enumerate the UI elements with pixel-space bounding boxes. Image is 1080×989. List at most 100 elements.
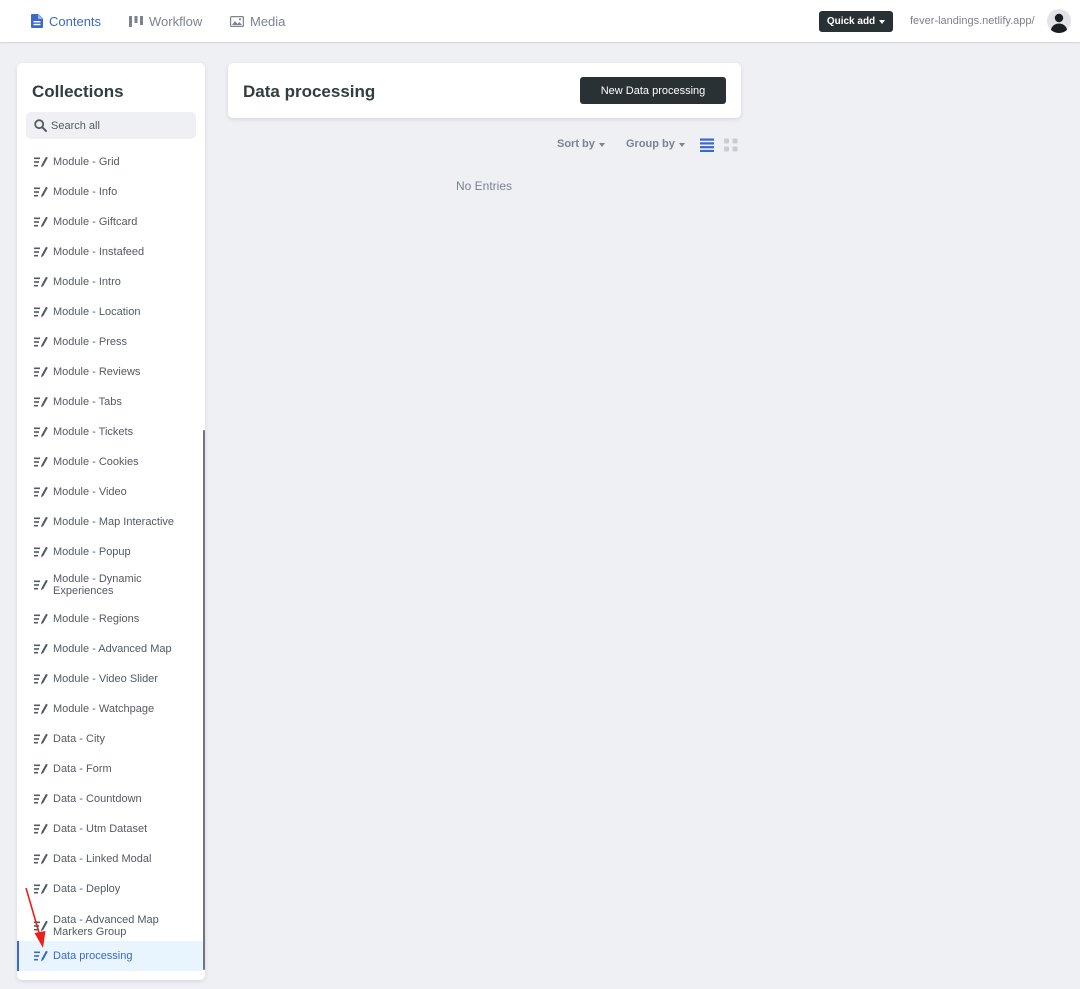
document-icon <box>31 14 43 28</box>
nav-workflow[interactable]: Workflow <box>129 0 202 42</box>
sidebar-item[interactable]: Module - Popup <box>17 537 203 567</box>
sidebar-item[interactable]: Module - Tabs <box>17 387 203 417</box>
quick-add-button[interactable]: Quick add <box>819 11 893 32</box>
collection-edit-icon <box>34 920 48 935</box>
sidebar-item-label: Data - Deploy <box>53 883 121 895</box>
sidebar-item[interactable]: Module - Location <box>17 297 203 327</box>
collection-edit-icon <box>34 643 48 658</box>
empty-state-text: No Entries <box>456 179 513 193</box>
sidebar-item[interactable]: Module - Cookies <box>17 447 203 477</box>
sidebar-item[interactable]: Module - Map Interactive <box>17 507 203 537</box>
sidebar-item[interactable]: Data - City <box>17 724 203 754</box>
sidebar-item-label: Module - Video <box>53 486 127 498</box>
collection-edit-icon <box>34 546 48 561</box>
collection-edit-icon <box>34 246 48 261</box>
sidebar-item[interactable]: Module - Advanced Map <box>17 634 203 664</box>
sidebar-item[interactable]: Module - Giftcard <box>17 207 203 237</box>
collection-edit-icon <box>34 950 48 965</box>
sidebar-item-label: Data - Advanced Map Markers Group <box>53 914 159 938</box>
sidebar-item-label: Module - Giftcard <box>53 216 138 228</box>
collection-edit-icon <box>34 793 48 808</box>
sidebar-item[interactable]: Module - Grid <box>17 147 203 177</box>
chevron-down-icon <box>598 142 605 147</box>
collection-edit-icon <box>34 733 48 748</box>
sidebar-title: Collections <box>32 82 124 101</box>
collections-sidebar: Collections Module - Grid Module - Info Mo… <box>17 63 205 980</box>
sidebar-item[interactable]: Data - Advanced Map Markers Group <box>17 907 203 945</box>
site-url-link[interactable]: fever-landings.netlify.app/ <box>910 15 1035 27</box>
chevron-down-icon <box>678 142 685 147</box>
sidebar-item[interactable]: Module - Video Slider <box>17 664 203 694</box>
sidebar-scrollbar[interactable] <box>203 430 205 970</box>
sidebar-item[interactable]: Data - Form <box>17 754 203 784</box>
sidebar-item-label: Module - Tabs <box>53 396 122 408</box>
search-box <box>26 112 196 139</box>
sidebar-item[interactable]: Module - Instafeed <box>17 237 203 267</box>
sort-by-dropdown[interactable]: Sort by <box>557 138 605 150</box>
sidebar-item-label: Module - Advanced Map <box>53 643 172 655</box>
sidebar-item-label: Data - Utm Dataset <box>53 823 148 835</box>
nav-media[interactable]: Media <box>230 0 285 42</box>
sidebar-item-label: Module - Video Slider <box>53 673 158 685</box>
collection-edit-icon <box>34 763 48 778</box>
new-entry-button[interactable]: New Data processing <box>580 77 726 104</box>
collection-edit-icon <box>34 579 48 594</box>
sidebar-item-label: Module - Reviews <box>53 366 141 378</box>
collection-edit-icon <box>34 823 48 838</box>
collection-edit-icon <box>34 486 48 501</box>
collection-edit-icon <box>34 456 48 471</box>
sidebar-item-label: Module - Dynamic Experiences <box>53 573 142 597</box>
sidebar-item[interactable]: Module - Press <box>17 327 203 357</box>
group-by-dropdown[interactable]: Group by <box>626 138 685 150</box>
sidebar-item[interactable]: Module - Dynamic Experiences <box>17 566 203 604</box>
page-title: Data processing <box>243 82 376 101</box>
collection-edit-icon <box>34 673 48 688</box>
sidebar-item[interactable]: Data - Utm Dataset <box>17 814 203 844</box>
sidebar-item[interactable]: Data processing <box>17 941 203 971</box>
collection-edit-icon <box>34 156 48 171</box>
sidebar-item[interactable]: Module - Watchpage <box>17 694 203 724</box>
collection-edit-icon <box>34 186 48 201</box>
sidebar-item-label: Data - Countdown <box>53 793 142 805</box>
collection-edit-icon <box>34 216 48 231</box>
chevron-down-icon <box>879 20 886 24</box>
sidebar-item[interactable]: Module - Info <box>17 177 203 207</box>
collection-edit-icon <box>34 426 48 441</box>
sidebar-item[interactable]: Module - Intro <box>17 267 203 297</box>
sidebar-item[interactable]: Data - Countdown <box>17 784 203 814</box>
nav-media-label: Media <box>250 13 286 29</box>
list-view-icon[interactable] <box>700 138 714 157</box>
sort-by-label: Sort by <box>557 138 595 150</box>
sidebar-item[interactable]: Module - Reviews <box>17 357 203 387</box>
grid-view-icon[interactable] <box>724 138 738 157</box>
sidebar-item-label: Module - Instafeed <box>53 246 145 258</box>
kanban-icon <box>129 15 143 27</box>
sidebar-item[interactable]: Data - Linked Modal <box>17 844 203 874</box>
search-icon <box>34 119 47 137</box>
collection-edit-icon <box>34 516 48 531</box>
sidebar-item-label: Data - Linked Modal <box>53 853 152 865</box>
search-input[interactable] <box>51 112 191 139</box>
group-by-label: Group by <box>626 138 675 150</box>
collection-edit-icon <box>34 366 48 381</box>
nav-workflow-label: Workflow <box>149 13 203 29</box>
sidebar-item-label: Module - Info <box>53 186 118 198</box>
sidebar-item-label: Module - Map Interactive <box>53 516 175 528</box>
sidebar-item-label: Module - Cookies <box>53 456 139 468</box>
sidebar-item[interactable]: Module - Regions <box>17 604 203 634</box>
collection-edit-icon <box>34 276 48 291</box>
sidebar-item-label: Data - Form <box>53 763 112 775</box>
collection-edit-icon <box>34 336 48 351</box>
sidebar-item-label: Module - Intro <box>53 276 121 288</box>
sidebar-item-label: Module - Grid <box>53 156 120 168</box>
collection-edit-icon <box>34 613 48 628</box>
sidebar-item[interactable]: Module - Video <box>17 477 203 507</box>
quick-add-label: Quick add <box>826 16 876 27</box>
collection-edit-icon <box>34 883 48 898</box>
sidebar-item[interactable]: Module - Tickets <box>17 417 203 447</box>
sidebar-item-label: Module - Press <box>53 336 127 348</box>
nav-contents[interactable]: Contents <box>31 0 101 42</box>
collection-header: Data processing New Data processing <box>228 63 741 118</box>
sidebar-item[interactable]: Data - Deploy <box>17 874 203 904</box>
user-avatar-icon[interactable] <box>1047 9 1071 33</box>
